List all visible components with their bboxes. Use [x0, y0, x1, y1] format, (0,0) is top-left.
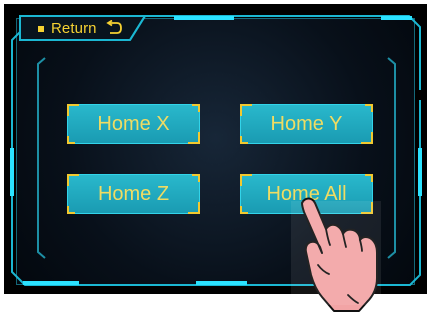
home-y-button[interactable]: Home Y [240, 104, 373, 144]
return-dot-icon [38, 25, 44, 32]
return-arrow-icon [104, 19, 124, 36]
return-label: Return [51, 20, 97, 37]
top-right-frame [145, 15, 421, 90]
inner-bracket-right [387, 57, 396, 259]
return-button[interactable]: Return [20, 16, 144, 40]
home-all-label: Home All [266, 183, 347, 205]
right-frame [11, 31, 421, 286]
panel-frame [10, 15, 422, 286]
home-all-button[interactable]: Home All [240, 174, 373, 214]
inner-bracket-left [37, 57, 46, 259]
home-z-label: Home Z [97, 183, 170, 205]
touchscreen-illustration: Return Home X Home Y Home Z Home All [0, 0, 431, 319]
home-y-label: Home Y [270, 113, 343, 135]
button-corner-accent [240, 136, 248, 144]
home-x-label: Home X [97, 113, 170, 135]
home-x-button[interactable]: Home X [67, 104, 200, 144]
button-corner-accent [365, 104, 373, 112]
button-corner-accent [192, 104, 200, 112]
button-corner-accent [67, 206, 75, 214]
button-corner-accent [192, 174, 200, 182]
button-corner-accent [67, 136, 75, 144]
button-corner-accent [240, 206, 248, 214]
home-z-button[interactable]: Home Z [67, 174, 200, 214]
button-corner-accent [365, 174, 373, 182]
